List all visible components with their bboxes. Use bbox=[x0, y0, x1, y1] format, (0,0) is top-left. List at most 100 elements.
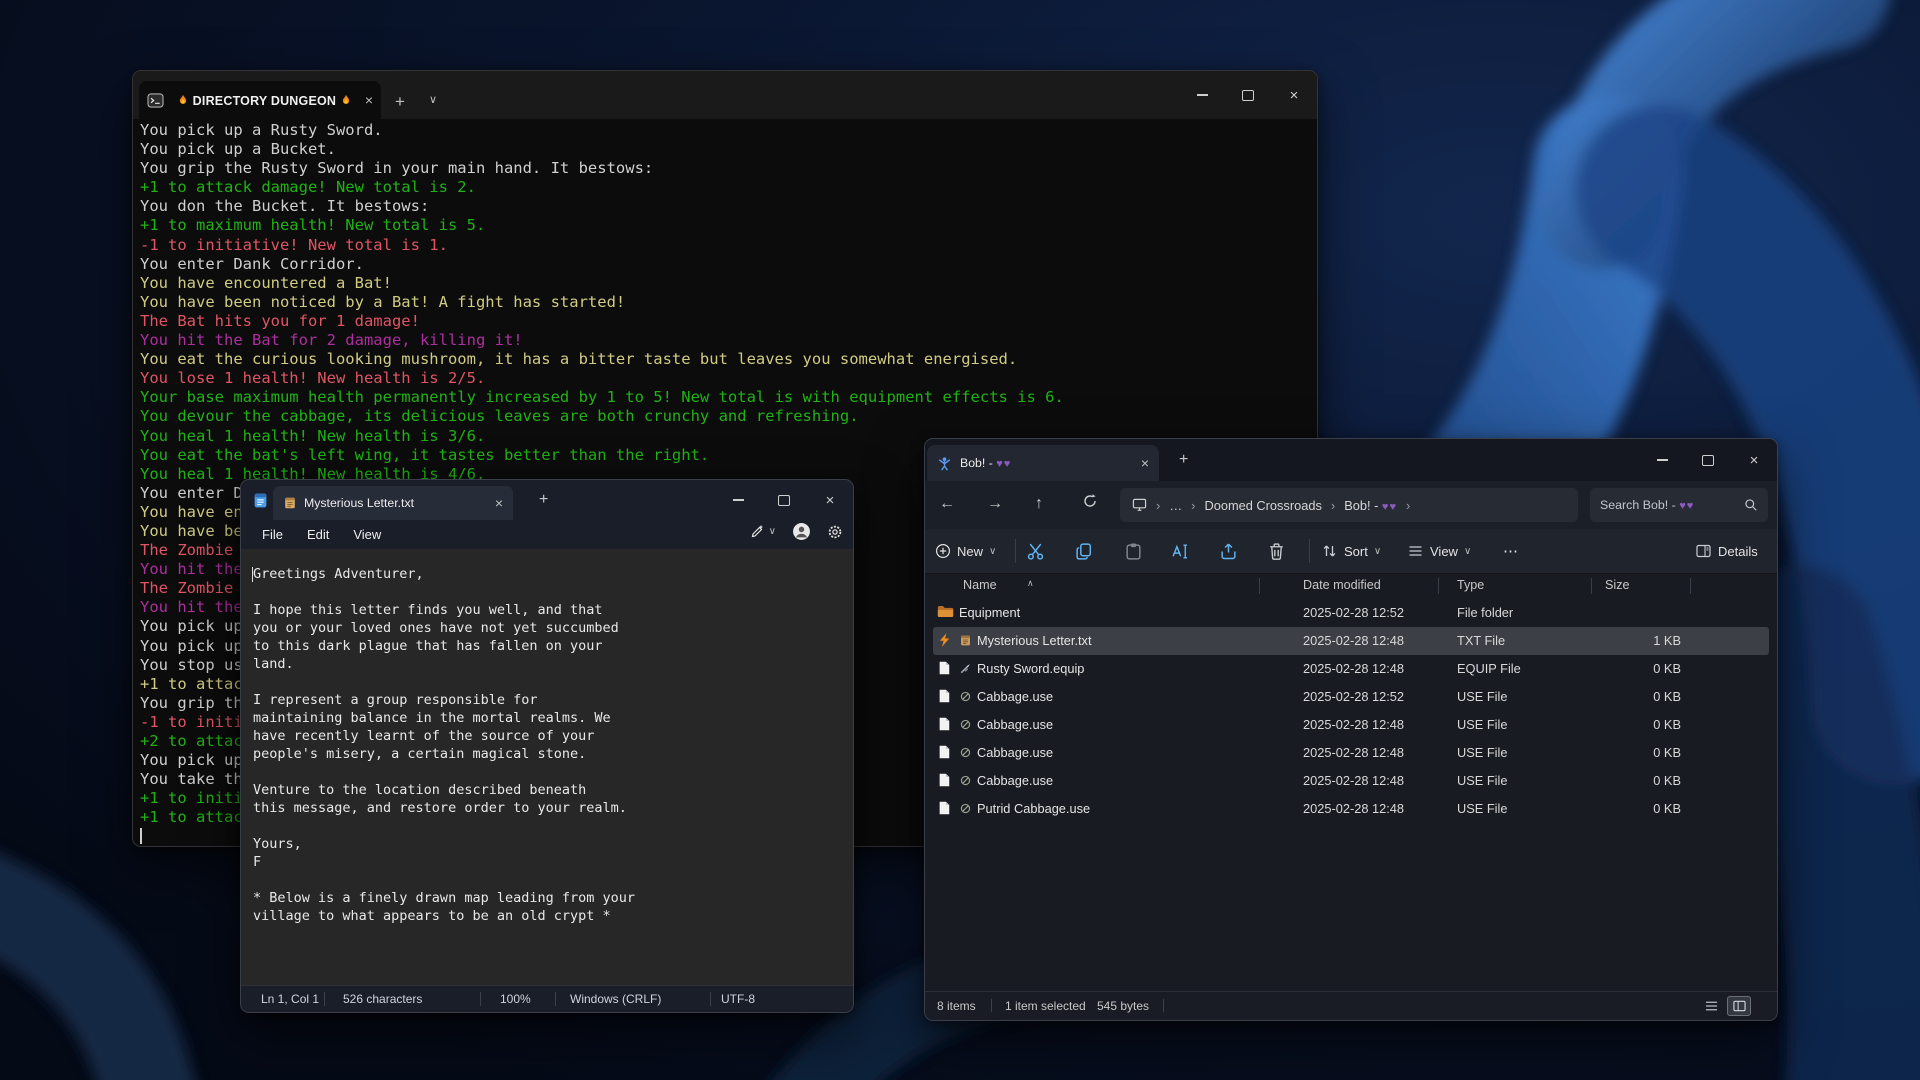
notepad-editor[interactable]: Greetings Adventurer, I hope this letter… bbox=[241, 549, 853, 986]
search-box[interactable]: Search Bob! - ♥♥ bbox=[1590, 488, 1768, 522]
sort-button[interactable]: Sort∨ bbox=[1321, 543, 1381, 559]
back-button[interactable]: ← bbox=[939, 495, 955, 513]
selection-count: 1 item selected bbox=[1005, 999, 1086, 1013]
new-tab-button[interactable]: + bbox=[539, 491, 548, 509]
explorer-titlebar[interactable]: Bob! - ♥♥ × + × bbox=[925, 439, 1777, 481]
account-avatar[interactable] bbox=[792, 522, 811, 541]
maximize-button[interactable] bbox=[761, 480, 807, 520]
column-divider[interactable] bbox=[1690, 578, 1691, 594]
column-type[interactable]: Type bbox=[1457, 578, 1484, 592]
file-row[interactable]: Cabbage.use2025-02-28 12:52USE File0 KB bbox=[933, 683, 1769, 711]
file-name[interactable]: Cabbage.use bbox=[977, 745, 1053, 760]
tab-close-icon[interactable]: × bbox=[495, 496, 503, 510]
tab-close-icon[interactable]: × bbox=[365, 93, 373, 107]
close-button[interactable]: × bbox=[807, 480, 853, 520]
close-button[interactable]: × bbox=[1271, 71, 1317, 119]
file-name[interactable]: Rusty Sword.equip bbox=[977, 661, 1084, 676]
cut-button[interactable] bbox=[1026, 542, 1045, 561]
terminal-line: You pick up a Bucket. bbox=[140, 140, 1317, 159]
forward-button[interactable]: → bbox=[987, 495, 1003, 513]
file-type: File folder bbox=[1457, 605, 1513, 620]
encoding[interactable]: UTF-8 bbox=[721, 992, 755, 1006]
sort-arrows-icon bbox=[1321, 543, 1338, 559]
cabbage-glyph-icon bbox=[959, 746, 972, 759]
folder-person-icon bbox=[937, 456, 952, 471]
this-pc-icon[interactable] bbox=[1132, 498, 1147, 512]
rewrite-copilot-icon[interactable]: ∨ bbox=[749, 524, 776, 540]
list-view-toggle[interactable] bbox=[1699, 996, 1723, 1016]
file-name[interactable]: Putrid Cabbage.use bbox=[977, 801, 1090, 816]
terminal-titlebar[interactable]: DIRECTORY DUNGEON × + ∨ × bbox=[133, 71, 1317, 119]
cabbage-glyph-icon bbox=[959, 718, 972, 731]
breadcrumb-bob[interactable]: Bob! - ♥♥ bbox=[1344, 498, 1397, 513]
breadcrumb-ellipsis[interactable]: … bbox=[1169, 498, 1182, 513]
minimize-button[interactable] bbox=[715, 480, 761, 520]
cabbage-glyph-icon bbox=[959, 802, 972, 815]
file-name[interactable]: Cabbage.use bbox=[977, 717, 1053, 732]
column-name[interactable]: Name bbox=[963, 578, 997, 592]
tab-close-icon[interactable]: × bbox=[1141, 456, 1149, 470]
more-options-button[interactable]: ⋯ bbox=[1503, 542, 1518, 560]
file-row[interactable]: Mysterious Letter.txt2025-02-28 12:48TXT… bbox=[933, 627, 1769, 655]
file-row[interactable]: Cabbage.use2025-02-28 12:48USE File0 KB bbox=[933, 711, 1769, 739]
terminal-line: You grip the Rusty Sword in your main ha… bbox=[140, 159, 1317, 178]
cursor-position: Ln 1, Col 1 bbox=[261, 992, 319, 1006]
address-bar[interactable]: › … › Doomed Crossroads › Bob! - ♥♥ › bbox=[1120, 488, 1578, 522]
terminal-line: You hit the Bat for 2 damage, killing it… bbox=[140, 331, 1317, 350]
notepad-window: Mysterious Letter.txt × + × File Edit Vi… bbox=[240, 479, 854, 1013]
notepad-tab[interactable]: Mysterious Letter.txt × bbox=[273, 486, 513, 520]
new-tab-button[interactable]: + bbox=[395, 93, 405, 110]
column-divider[interactable] bbox=[1438, 578, 1439, 594]
tab-dropdown-chevron-icon[interactable]: ∨ bbox=[429, 95, 437, 106]
menu-view[interactable]: View bbox=[342, 523, 392, 546]
terminal-tab[interactable]: DIRECTORY DUNGEON × bbox=[139, 81, 381, 119]
file-row[interactable]: Putrid Cabbage.use2025-02-28 12:48USE Fi… bbox=[933, 795, 1769, 823]
terminal-tab-title: DIRECTORY DUNGEON bbox=[170, 93, 359, 108]
sort-ascending-icon: ∧ bbox=[1027, 578, 1034, 589]
file-date: 2025-02-28 12:52 bbox=[1303, 605, 1404, 620]
details-view-toggle[interactable] bbox=[1727, 996, 1751, 1016]
file-row[interactable]: Equipment 2025-02-28 12:52 File folder bbox=[933, 599, 1769, 627]
explorer-tab[interactable]: Bob! - ♥♥ × bbox=[927, 445, 1159, 481]
new-tab-button[interactable]: + bbox=[1179, 451, 1188, 469]
refresh-button[interactable] bbox=[1082, 493, 1098, 509]
file-row[interactable]: Rusty Sword.equip2025-02-28 12:48EQUIP F… bbox=[933, 655, 1769, 683]
share-button[interactable] bbox=[1219, 542, 1238, 561]
view-button[interactable]: View∨ bbox=[1407, 543, 1471, 559]
character-count: 526 characters bbox=[343, 992, 422, 1006]
minimize-button[interactable] bbox=[1179, 71, 1225, 119]
file-name[interactable]: Mysterious Letter.txt bbox=[977, 633, 1092, 648]
maximize-button[interactable] bbox=[1685, 439, 1731, 481]
breadcrumb-doomed-crossroads[interactable]: Doomed Crossroads bbox=[1204, 498, 1321, 513]
breadcrumb-chevron-icon: › bbox=[1406, 498, 1410, 513]
file-name[interactable]: Equipment bbox=[959, 605, 1020, 620]
column-divider[interactable] bbox=[1259, 578, 1260, 594]
details-pane-button[interactable]: Details bbox=[1695, 543, 1758, 559]
line-ending[interactable]: Windows (CRLF) bbox=[570, 992, 661, 1006]
file-name[interactable]: Cabbage.use bbox=[977, 689, 1053, 704]
minimize-button[interactable] bbox=[1639, 439, 1685, 481]
rename-button[interactable] bbox=[1171, 542, 1190, 561]
paste-button[interactable] bbox=[1124, 542, 1143, 561]
paste-icon bbox=[1124, 542, 1143, 561]
close-button[interactable]: × bbox=[1731, 439, 1777, 481]
column-date-modified[interactable]: Date modified bbox=[1303, 578, 1381, 592]
settings-gear-icon[interactable] bbox=[827, 524, 843, 540]
column-size[interactable]: Size bbox=[1605, 578, 1630, 592]
search-icon[interactable] bbox=[1744, 498, 1758, 512]
new-button[interactable]: New∨ bbox=[935, 543, 996, 559]
file-row[interactable]: Cabbage.use2025-02-28 12:48USE File0 KB bbox=[933, 767, 1769, 795]
menu-edit[interactable]: Edit bbox=[296, 523, 340, 546]
file-size: 0 KB bbox=[1533, 661, 1681, 676]
zoom-level[interactable]: 100% bbox=[500, 992, 531, 1006]
cabbage-glyph-icon bbox=[959, 774, 972, 787]
up-button[interactable]: ↑ bbox=[1035, 495, 1043, 513]
delete-button[interactable] bbox=[1267, 542, 1286, 561]
file-row[interactable]: Cabbage.use2025-02-28 12:48USE File0 KB bbox=[933, 739, 1769, 767]
maximize-button[interactable] bbox=[1225, 71, 1271, 119]
copy-button[interactable] bbox=[1075, 542, 1094, 561]
column-divider[interactable] bbox=[1591, 578, 1592, 594]
notepad-titlebar[interactable]: Mysterious Letter.txt × + × File Edit Vi… bbox=[241, 480, 853, 549]
menu-file[interactable]: File bbox=[251, 523, 294, 546]
file-name[interactable]: Cabbage.use bbox=[977, 773, 1053, 788]
